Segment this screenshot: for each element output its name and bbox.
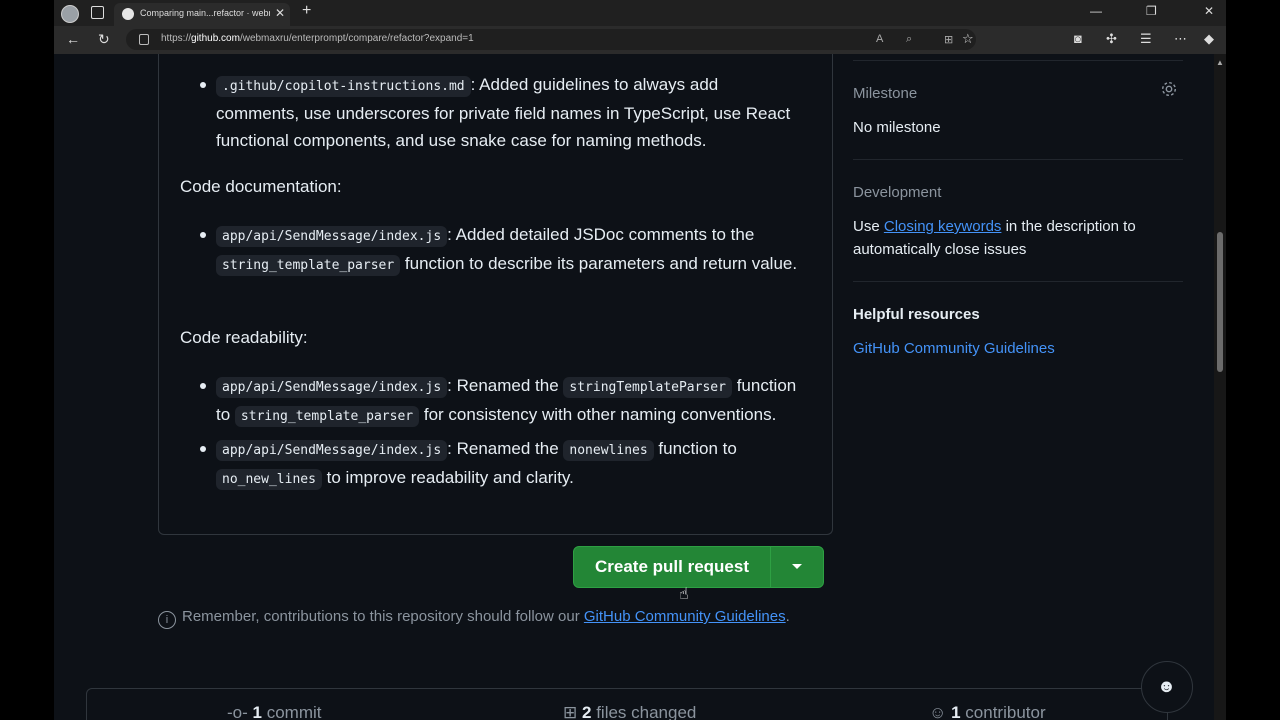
development-text: Use Closing keywords in the description … (853, 218, 1136, 258)
milestone-value: No milestone (853, 119, 941, 136)
app-available-icon[interactable]: ⊞ (944, 33, 953, 46)
section-heading: Code documentation: (180, 177, 342, 196)
readability-list: app/api/SendMessage/index.js: Renamed th… (180, 372, 800, 493)
mouse-cursor-icon: ☝ (679, 586, 689, 603)
new-tab-icon[interactable]: + (302, 2, 311, 20)
tab-title: Comparing main...refactor · webmaxru/ent… (140, 8, 270, 18)
title-bar: Comparing main...refactor · webmaxru/ent… (54, 0, 1226, 26)
milestone-title[interactable]: Milestone (853, 85, 917, 102)
browser-window: Comparing main...refactor · webmaxru/ent… (54, 0, 1226, 720)
read-aloud-icon[interactable]: A (876, 33, 883, 45)
extensions-puzzle-icon[interactable]: ✣ (1106, 31, 1117, 47)
create-pull-request-button[interactable]: Create pull request (573, 546, 824, 588)
inline-code: app/api/SendMessage/index.js (216, 226, 448, 247)
url-text[interactable]: https://github.com/webmaxru/enterprompt/… (161, 33, 474, 44)
compare-stats-bar: -o- 1 commit ⊞ 2 files changed ☺ 1 contr… (86, 688, 1168, 720)
community-guidelines-sidebar-link[interactable]: GitHub Community Guidelines (853, 340, 1055, 357)
inline-code: .github/copilot-instructions.md (216, 76, 471, 97)
commit-icon: -o- (227, 703, 248, 720)
scroll-up-icon[interactable]: ▲ (1216, 58, 1224, 67)
refresh-icon[interactable]: ↻ (98, 31, 110, 48)
people-icon: ☺ (929, 703, 947, 720)
community-guidelines-link[interactable]: GitHub Community Guidelines (584, 608, 786, 625)
back-icon[interactable]: ← (66, 31, 80, 47)
list-item: app/api/SendMessage/index.js: Renamed th… (180, 435, 800, 493)
inline-code: string_template_parser (234, 406, 420, 427)
zoom-icon[interactable]: ⌕ (906, 33, 912, 46)
github-favicon-icon (122, 8, 134, 20)
page-scrollbar[interactable]: ▲ (1214, 54, 1226, 720)
instructions-list: .github/copilot-instructions.md: Added g… (180, 71, 800, 154)
tab-actions-icon[interactable] (91, 6, 104, 19)
file-diff-icon: ⊞ (563, 703, 578, 720)
restore-icon[interactable]: ❐ (1146, 4, 1157, 18)
inline-code: string_template_parser (216, 255, 401, 276)
close-window-icon[interactable]: ✕ (1204, 4, 1214, 18)
documentation-list: app/api/SendMessage/index.js: Added deta… (180, 221, 800, 279)
copilot-icon: ☻ (1157, 676, 1176, 696)
divider (853, 60, 1183, 61)
inline-code: no_new_lines (216, 469, 322, 490)
copilot-browser-icon[interactable]: ◆ (1204, 31, 1214, 47)
address-bar[interactable]: https://github.com/webmaxru/enterprompt/… (126, 29, 976, 50)
scrollbar-thumb[interactable] (1217, 232, 1223, 372)
development-title: Development (853, 184, 942, 201)
divider (853, 159, 1183, 160)
lock-icon[interactable] (139, 34, 149, 45)
address-bar-row: ← ↻ https://github.com/webmaxru/enterpro… (54, 26, 1226, 54)
list-item: .github/copilot-instructions.md: Added g… (180, 71, 800, 154)
inline-code: nonewlines (563, 440, 654, 461)
section-heading: Code readability: (180, 328, 308, 347)
commits-tab[interactable]: -o- 1 commit (227, 703, 322, 720)
favorite-star-icon[interactable]: ☆ (962, 31, 974, 47)
github-compare-page: .github/copilot-instructions.md: Added g… (54, 54, 1214, 720)
inline-code: stringTemplateParser (563, 377, 732, 398)
browser-tab[interactable]: Comparing main...refactor · webmaxru/ent… (114, 3, 290, 26)
favorites-icon[interactable]: ☰ (1140, 31, 1152, 47)
button-divider (770, 547, 771, 587)
copilot-chat-button[interactable]: ☻ (1141, 661, 1193, 713)
profile-avatar-icon[interactable] (61, 5, 79, 23)
helpful-resources-list: GitHub Community Guidelines (853, 337, 1173, 360)
minimize-icon[interactable]: — (1090, 4, 1102, 18)
list-item: app/api/SendMessage/index.js: Renamed th… (180, 372, 800, 430)
closing-keywords-link[interactable]: Closing keywords (884, 218, 1002, 235)
info-icon: i (158, 611, 176, 629)
inline-code: app/api/SendMessage/index.js (216, 377, 448, 398)
contributors-tab[interactable]: ☺ 1 contributor (929, 703, 1046, 720)
gear-icon[interactable] (1160, 80, 1178, 98)
more-menu-icon[interactable]: ⋯ (1174, 31, 1187, 47)
close-tab-icon[interactable]: ✕ (275, 6, 285, 20)
inline-code: app/api/SendMessage/index.js (216, 440, 448, 461)
chevron-down-icon[interactable] (792, 564, 802, 569)
helpful-resources-title: Helpful resources (853, 306, 980, 323)
create-pull-request-label[interactable]: Create pull request (574, 547, 770, 587)
extension-icon[interactable]: ◙ (1074, 31, 1082, 46)
contribution-reminder: i Remember, contributions to this reposit… (158, 608, 790, 629)
list-item: app/api/SendMessage/index.js: Added deta… (180, 221, 800, 279)
files-changed-tab[interactable]: ⊞ 2 files changed (563, 703, 696, 720)
divider (853, 281, 1183, 282)
